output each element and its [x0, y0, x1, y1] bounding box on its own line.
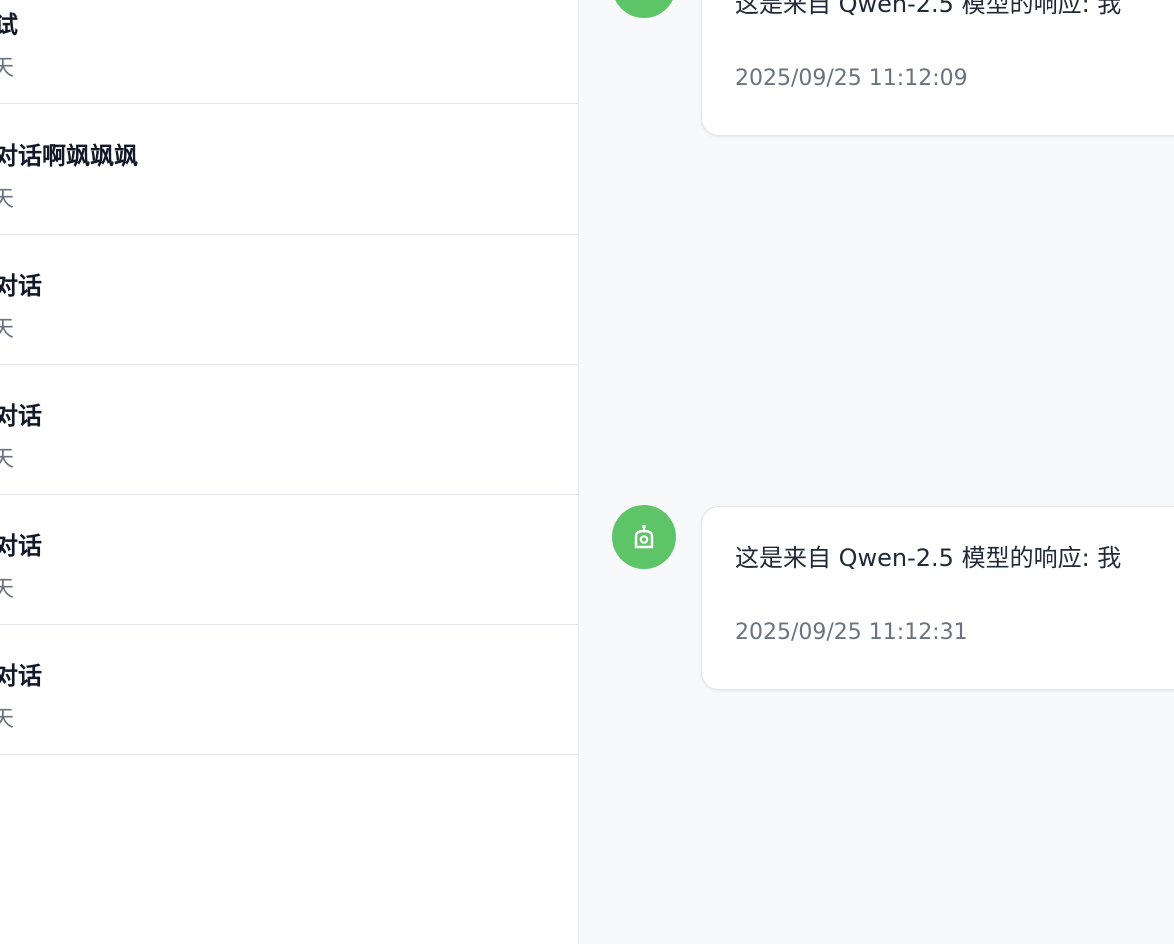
conversation-title: 对话 [0, 402, 42, 430]
message-text: 这是来自 Qwen-2.5 模型的响应: 我 [735, 0, 1122, 18]
conversation-item[interactable]: 对话 天 [0, 495, 578, 625]
robot-icon [634, 524, 654, 549]
assistant-message-bubble: 这是来自 Qwen-2.5 模型的响应: 我 2025/09/25 11:12:… [701, 0, 1174, 136]
message-timestamp: 2025/09/25 11:12:09 [735, 66, 968, 91]
conversation-item[interactable]: 对话 天 [0, 235, 578, 365]
conversation-item[interactable]: 对话 天 [0, 365, 578, 495]
conversation-subtitle: 天 [0, 187, 15, 212]
conversation-title: 对话 [0, 272, 42, 300]
message-text: 这是来自 Qwen-2.5 模型的响应: 我 [735, 544, 1122, 572]
assistant-message-bubble: 这是来自 Qwen-2.5 模型的响应: 我 2025/09/25 11:12:… [701, 506, 1174, 690]
chat-panel: 这是来自 Qwen-2.5 模型的响应: 我 2025/09/25 11:12:… [580, 0, 1174, 944]
conversation-subtitle: 天 [0, 707, 15, 732]
conversation-item[interactable]: 对话 天 [0, 625, 578, 755]
conversation-sidebar: 试 天 对话啊飒飒飒 天 对话 天 对话 天 对话 天 对话 天 [0, 0, 579, 944]
assistant-avatar [612, 505, 676, 569]
conversation-subtitle: 天 [0, 447, 15, 472]
conversation-title: 试 [0, 11, 18, 39]
conversation-subtitle: 天 [0, 577, 15, 602]
conversation-title: 对话 [0, 662, 42, 690]
conversation-title: 对话啊飒飒飒 [0, 142, 138, 170]
conversation-subtitle: 天 [0, 56, 15, 81]
conversation-item[interactable]: 对话啊飒飒飒 天 [0, 105, 578, 235]
message-timestamp: 2025/09/25 11:12:31 [735, 620, 968, 645]
conversation-subtitle: 天 [0, 317, 15, 342]
conversation-item[interactable]: 试 天 [0, 0, 578, 104]
app-root: 试 天 对话啊飒飒飒 天 对话 天 对话 天 对话 天 对话 天 这是来自 Qw… [0, 0, 1174, 944]
assistant-avatar [612, 0, 676, 18]
conversation-title: 对话 [0, 532, 42, 560]
